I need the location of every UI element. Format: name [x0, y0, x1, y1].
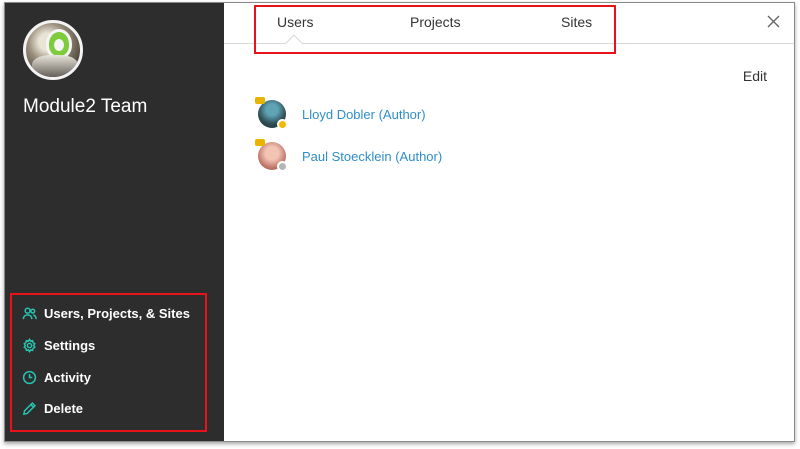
team-dialog: Module2 Team Users, Projects, & Sites Se…: [4, 2, 795, 442]
status-dot-icon: [277, 161, 288, 172]
crown-icon: [255, 139, 265, 146]
edit-button[interactable]: Edit: [743, 68, 767, 84]
tab-bar: Users Projects Sites: [224, 3, 794, 54]
sidebar-item-settings[interactable]: Settings: [22, 335, 95, 355]
active-tab-indicator: [285, 34, 303, 52]
sidebar-item-label: Settings: [44, 337, 96, 353]
gear-icon: [23, 337, 36, 353]
user-row[interactable]: Lloyd Dobler (Author): [255, 97, 426, 130]
sidebar-item-users-projects-sites[interactable]: Users, Projects, & Sites: [22, 303, 190, 323]
sidebar-item-label: Activity: [44, 369, 91, 385]
users-icon: [22, 307, 37, 319]
avatar: [255, 139, 288, 172]
sidebar-item-activity[interactable]: Activity: [22, 367, 91, 387]
team-avatar: [23, 20, 83, 80]
status-dot-icon: [277, 119, 288, 130]
tab-projects[interactable]: Projects: [410, 14, 461, 30]
pencil-icon: [22, 401, 36, 415]
avatar: [255, 97, 288, 130]
tab-users[interactable]: Users: [277, 14, 314, 30]
sidebar-item-label: Users, Projects, & Sites: [44, 305, 190, 321]
user-name-link[interactable]: Lloyd Dobler (Author): [302, 107, 426, 122]
crown-icon: [255, 97, 265, 104]
sidebar-item-label: Delete: [44, 400, 84, 416]
sidebar-menu: Users, Projects, & Sites Settings Activi…: [10, 293, 207, 432]
user-row[interactable]: Paul Stoecklein (Author): [255, 139, 442, 172]
user-name-link[interactable]: Paul Stoecklein (Author): [302, 149, 442, 164]
close-icon: [767, 15, 780, 28]
team-name: Module2 Team: [23, 96, 148, 117]
close-button[interactable]: [767, 15, 780, 28]
clock-icon: [22, 370, 37, 384]
sidebar-item-delete[interactable]: Delete: [22, 398, 83, 418]
sidebar: Module2 Team Users, Projects, & Sites Se…: [5, 3, 224, 441]
tab-sites[interactable]: Sites: [561, 14, 592, 30]
